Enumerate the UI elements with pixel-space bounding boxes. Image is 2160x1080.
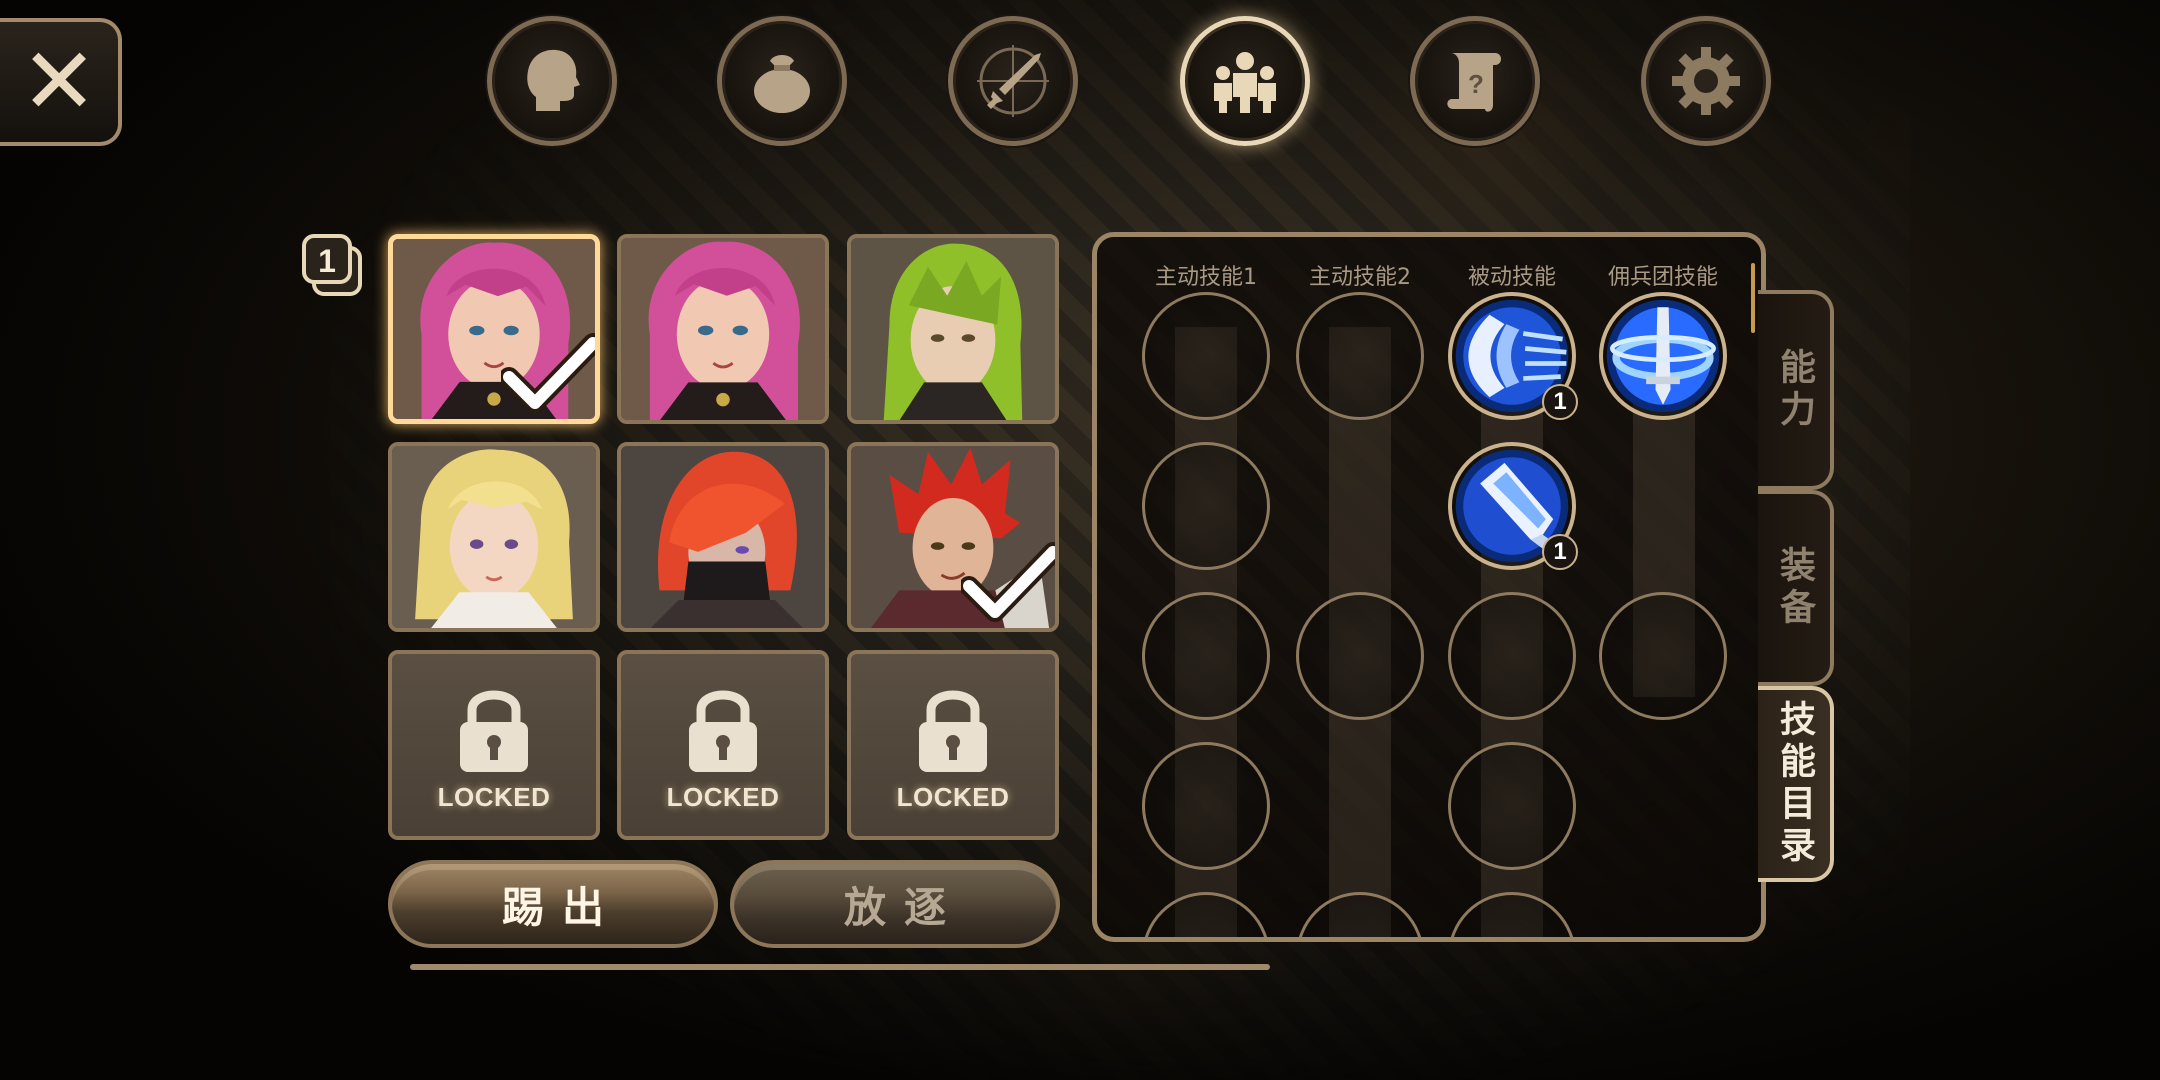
locked-slot-2: LOCKED [617, 650, 829, 840]
exile-button[interactable]: 放逐 [730, 860, 1060, 948]
mercenary-slot-2[interactable] [617, 234, 829, 424]
skill-slot[interactable] [1296, 892, 1424, 937]
mercenary-portrait [621, 446, 825, 628]
skill-slot[interactable] [1142, 742, 1270, 870]
sword-compass-icon [977, 45, 1049, 117]
lock-icon [689, 690, 757, 772]
svg-text:?: ? [1468, 69, 1484, 99]
skill-slot[interactable] [1142, 592, 1270, 720]
checkmark-icon [501, 333, 595, 413]
bag-icon [754, 55, 810, 113]
locked-slot-1: LOCKED [388, 650, 600, 840]
skill-slot[interactable] [1448, 892, 1576, 937]
scrollbar[interactable] [1751, 263, 1755, 333]
skill-slot[interactable] [1296, 592, 1424, 720]
tab-quest[interactable]: ? [1410, 16, 1540, 146]
kick-button-label: 踢出 [501, 882, 622, 932]
kick-button[interactable]: 踢出 [388, 860, 718, 948]
locked-label: LOCKED [896, 782, 1010, 812]
tab-mercenary[interactable] [1180, 16, 1310, 146]
close-icon: ✕ [20, 28, 98, 135]
group-icon [1214, 52, 1276, 113]
mercenary-slot-3[interactable] [847, 234, 1059, 424]
sword-whirl-icon [1606, 299, 1720, 413]
passive-skill-1[interactable]: 1 [1448, 292, 1578, 420]
skill-slot[interactable] [1142, 292, 1270, 420]
tab-ability[interactable]: 能力 [1758, 290, 1834, 490]
skill-level-badge: 1 [1542, 384, 1578, 420]
tab-profile[interactable] [487, 16, 617, 146]
skill-level-badge: 1 [1542, 534, 1578, 570]
guild-skill-1[interactable] [1599, 292, 1727, 420]
skill-slot[interactable] [1142, 442, 1270, 570]
close-button[interactable]: ✕ [0, 18, 122, 146]
head-icon [527, 49, 580, 111]
scroll-icon: ? [1447, 53, 1501, 112]
mercenary-slot-5[interactable] [617, 442, 829, 632]
divider [410, 964, 1270, 970]
lock-icon [460, 690, 528, 772]
tab-inventory[interactable] [717, 16, 847, 146]
count-badge: 1 [300, 232, 366, 298]
skill-slot[interactable] [1448, 592, 1576, 720]
tab-equipment[interactable]: 装备 [1758, 490, 1834, 686]
column-header-active-2: 主动技能2 [1309, 265, 1411, 290]
count-badge-value: 1 [318, 243, 336, 279]
gear-icon [1672, 47, 1740, 115]
locked-label: LOCKED [437, 782, 551, 812]
tab-equipment-label: 装备 [1774, 546, 1815, 630]
mercenary-portrait [851, 238, 1055, 420]
tab-skill-list[interactable]: 技能目录 [1758, 686, 1834, 882]
skill-panel: 主动技能1 主动技能2 被动技能 佣兵团技能 1 1 [1092, 232, 1766, 942]
mercenary-slot-6[interactable] [847, 442, 1059, 632]
tab-skill-list-label: 技能目录 [1774, 700, 1815, 868]
mercenary-portrait [392, 446, 596, 628]
column-header-passive: 被动技能 [1467, 265, 1556, 290]
skill-slot[interactable] [1448, 742, 1576, 870]
skill-slot[interactable] [1296, 292, 1424, 420]
mercenary-slot-4[interactable] [388, 442, 600, 632]
column-header-guild: 佣兵团技能 [1607, 265, 1718, 290]
exile-button-label: 放逐 [843, 882, 964, 932]
passive-skill-2[interactable]: 1 [1448, 442, 1578, 570]
lock-icon [919, 690, 987, 772]
checkmark-icon [961, 542, 1055, 622]
tab-settings[interactable] [1641, 16, 1771, 146]
locked-label: LOCKED [666, 782, 780, 812]
skill-slot[interactable] [1142, 892, 1270, 937]
tab-ability-label: 能力 [1774, 348, 1815, 432]
locked-slot-3: LOCKED [847, 650, 1059, 840]
mercenary-portrait [621, 238, 825, 420]
skill-slot[interactable] [1599, 592, 1727, 720]
column-header-active-1: 主动技能1 [1155, 265, 1257, 290]
mercenary-slot-1[interactable] [388, 234, 600, 424]
tab-battle[interactable] [948, 16, 1078, 146]
